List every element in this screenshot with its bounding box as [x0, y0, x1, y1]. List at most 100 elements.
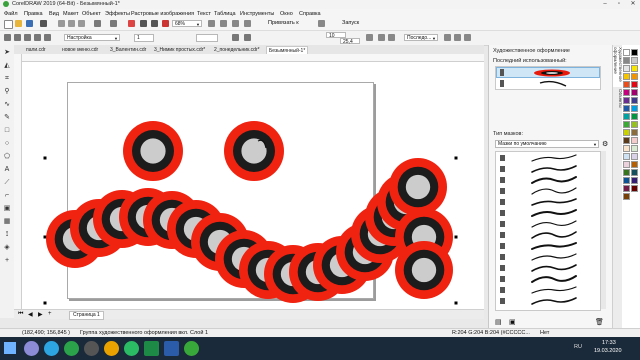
- color-swatch[interactable]: [631, 97, 638, 104]
- color-swatch[interactable]: [623, 113, 630, 120]
- color-swatch[interactable]: [623, 57, 630, 64]
- language-indicator[interactable]: RU: [574, 344, 582, 350]
- tab-doc-1[interactable]: пали.cdr: [24, 46, 48, 54]
- chrome-icon[interactable]: [124, 341, 139, 356]
- eraser-icon[interactable]: [232, 34, 239, 41]
- options-gear-icon[interactable]: [318, 20, 325, 27]
- menu-tools[interactable]: Инструменты: [240, 11, 274, 17]
- brush-width-input[interactable]: [196, 34, 218, 42]
- brush-preset-select[interactable]: Настройка ▼: [64, 34, 120, 41]
- recent-strokes-list[interactable]: [495, 66, 601, 90]
- browse-folder-icon[interactable]: ▤: [495, 318, 502, 326]
- freehand-tool-icon[interactable]: ∿: [3, 101, 11, 109]
- menu-window[interactable]: Окно: [280, 11, 293, 17]
- cut-icon[interactable]: [58, 20, 65, 27]
- page-tab[interactable]: Страница 1: [69, 311, 104, 320]
- color-swatch[interactable]: [623, 145, 630, 152]
- next-page-icon[interactable]: ▶: [38, 311, 43, 318]
- text-tool-icon[interactable]: A: [3, 166, 11, 174]
- menu-text[interactable]: Текст: [197, 11, 211, 17]
- flip-icon[interactable]: [388, 34, 395, 41]
- sprayer-icon[interactable]: [24, 34, 31, 41]
- save-icon[interactable]: [26, 20, 33, 27]
- pressure-icon[interactable]: [44, 34, 51, 41]
- menu-effects[interactable]: Эффекты: [105, 11, 130, 17]
- brush-mode-icon[interactable]: [14, 34, 21, 41]
- pick-tool-icon[interactable]: ➤: [3, 49, 11, 57]
- search-content-icon[interactable]: [128, 20, 135, 27]
- add-page-icon[interactable]: +: [48, 311, 52, 317]
- snap-to-dropdown[interactable]: Привязать к: [268, 20, 299, 26]
- color-swatch[interactable]: [623, 153, 630, 160]
- brush-list-scrollbar[interactable]: [601, 151, 606, 309]
- vertical-ruler[interactable]: [14, 54, 22, 309]
- horizontal-ruler[interactable]: [21, 54, 484, 62]
- menu-file[interactable]: Файл: [4, 11, 18, 17]
- color-swatch[interactable]: [631, 73, 638, 80]
- color-swatch[interactable]: [631, 121, 638, 128]
- color-swatch[interactable]: [623, 81, 630, 88]
- gear-icon[interactable]: ⚙: [602, 140, 608, 148]
- publish-pdf-icon[interactable]: [162, 20, 169, 27]
- crop-tool-icon[interactable]: ⌗: [3, 75, 11, 83]
- color-swatch[interactable]: [631, 57, 638, 64]
- show-guides-icon[interactable]: [244, 20, 251, 27]
- clock-time[interactable]: 17:33: [602, 340, 616, 346]
- color-swatch[interactable]: [631, 137, 638, 144]
- paste-icon[interactable]: [78, 20, 85, 27]
- menu-layout[interactable]: Макет: [63, 11, 79, 17]
- color-swatch[interactable]: [623, 137, 630, 144]
- zoom-level-select[interactable]: 68% ▼: [172, 20, 202, 27]
- color-swatch[interactable]: [631, 129, 638, 136]
- menu-view[interactable]: Вид: [49, 11, 59, 17]
- tab-doc-2[interactable]: новое меню.cdr: [60, 46, 100, 54]
- prev-page-icon[interactable]: ◀: [28, 311, 33, 318]
- color-swatch[interactable]: [623, 185, 630, 192]
- eyedropper-tool-icon[interactable]: ⟟: [3, 231, 11, 239]
- full-screen-icon[interactable]: [208, 20, 215, 27]
- lock-icon[interactable]: [244, 34, 251, 41]
- connector-tool-icon[interactable]: ⌐: [3, 192, 11, 200]
- color-swatch[interactable]: [623, 193, 630, 200]
- show-grid-icon[interactable]: [232, 20, 239, 27]
- zoom-tool-icon[interactable]: ⚲: [3, 88, 11, 96]
- artistic-media-tool-icon[interactable]: ✎: [3, 114, 11, 122]
- brush-strokes-list[interactable]: [495, 151, 601, 311]
- color-swatch[interactable]: [631, 185, 638, 192]
- color-swatch[interactable]: [623, 177, 630, 184]
- menu-object[interactable]: Объект: [82, 11, 101, 17]
- show-rulers-icon[interactable]: [220, 20, 227, 27]
- edit-icon[interactable]: [464, 34, 471, 41]
- rotate-icon[interactable]: [366, 34, 373, 41]
- close-button[interactable]: ✕: [626, 0, 640, 9]
- rectangle-tool-icon[interactable]: □: [3, 127, 11, 135]
- print-icon[interactable]: [40, 20, 47, 27]
- first-page-icon[interactable]: ⏮: [18, 311, 23, 318]
- undo-icon[interactable]: [94, 20, 101, 27]
- menu-bitmaps[interactable]: Растровые изображения: [131, 11, 194, 17]
- whatsapp-icon[interactable]: [64, 341, 79, 356]
- transparency-tool-icon[interactable]: ▦: [3, 218, 11, 226]
- color-swatch[interactable]: [631, 161, 638, 168]
- color-swatch[interactable]: [631, 177, 638, 184]
- launch-dropdown[interactable]: Запуск: [342, 20, 359, 26]
- viber-icon[interactable]: [24, 341, 39, 356]
- smart-fill-tool-icon[interactable]: +: [3, 257, 11, 265]
- menu-edit[interactable]: Правка: [24, 11, 43, 17]
- clear-icon[interactable]: [444, 34, 451, 41]
- drawing-canvas[interactable]: [22, 62, 484, 309]
- color-swatch[interactable]: [631, 169, 638, 176]
- delete-icon[interactable]: 🗑: [595, 318, 604, 326]
- calligraphic-icon[interactable]: [34, 34, 41, 41]
- maximize-button[interactable]: ▫: [612, 0, 626, 9]
- tab-doc-5[interactable]: 2_понедельник.cdr*: [212, 46, 262, 54]
- polygon-tool-icon[interactable]: ⬠: [3, 153, 11, 161]
- brush-type-select[interactable]: Мазки по умолчанию ▼: [495, 140, 599, 148]
- stroke-smoothing-input[interactable]: 1: [134, 34, 154, 42]
- color-swatch[interactable]: [623, 97, 630, 104]
- interactive-fill-tool-icon[interactable]: ◈: [3, 244, 11, 252]
- dimension-tool-icon[interactable]: ⟋: [3, 179, 11, 187]
- color-swatch[interactable]: [623, 161, 630, 168]
- shape-tool-icon[interactable]: ◭: [3, 62, 11, 70]
- eye-rings[interactable]: [123, 121, 284, 181]
